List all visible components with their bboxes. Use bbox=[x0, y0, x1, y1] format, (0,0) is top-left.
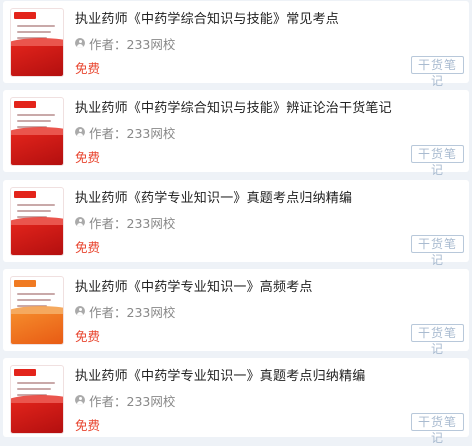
person-icon bbox=[75, 217, 85, 227]
book-cover-image[interactable] bbox=[11, 366, 63, 433]
author-label: 作者： bbox=[89, 36, 127, 52]
item-title[interactable]: 执业药师《中药学综合知识与技能》辨证论治干货笔记 bbox=[75, 97, 392, 116]
category-badge: 干货笔记 bbox=[411, 324, 464, 356]
list-item[interactable]: 执业药师《中药学专业知识一》高频考点 作者： 233网校 免费 干货笔记 bbox=[3, 269, 469, 356]
list-item[interactable]: 执业药师《中药学专业知识一》真题考点归纳精编 作者： 233网校 免费 干货笔记 bbox=[3, 358, 469, 445]
category-badge: 干货笔记 bbox=[411, 413, 464, 445]
price-label: 免费 bbox=[75, 61, 101, 76]
author-label: 作者： bbox=[89, 304, 127, 320]
item-author: 作者： 233网校 bbox=[75, 213, 175, 231]
category-badge: 干货笔记 bbox=[411, 56, 464, 88]
item-title[interactable]: 执业药师《药学专业知识一》真题考点归纳精编 bbox=[75, 187, 352, 206]
item-author: 作者： 233网校 bbox=[75, 391, 175, 409]
item-title[interactable]: 执业药师《中药学专业知识一》真题考点归纳精编 bbox=[75, 365, 365, 384]
person-icon bbox=[75, 127, 85, 137]
book-cover-image[interactable] bbox=[11, 98, 63, 165]
item-title[interactable]: 执业药师《中药学专业知识一》高频考点 bbox=[75, 276, 313, 295]
price-label: 免费 bbox=[75, 150, 101, 165]
book-cover-image[interactable] bbox=[11, 188, 63, 255]
item-author: 作者： 233网校 bbox=[75, 34, 175, 52]
book-cover-image[interactable] bbox=[11, 277, 63, 344]
author-label: 作者： bbox=[89, 125, 127, 141]
list-item[interactable]: 执业药师《中药学综合知识与技能》常见考点 作者： 233网校 免费 干货笔记 bbox=[3, 1, 469, 88]
price-label: 免费 bbox=[75, 240, 101, 255]
author-name: 233网校 bbox=[126, 304, 176, 320]
document-list: 执业药师《中药学综合知识与技能》常见考点 作者： 233网校 免费 干货笔记 执… bbox=[0, 0, 472, 445]
list-item[interactable]: 执业药师《药学专业知识一》真题考点归纳精编 作者： 233网校 免费 干货笔记 bbox=[3, 180, 469, 267]
list-item[interactable]: 执业药师《中药学综合知识与技能》辨证论治干货笔记 作者： 233网校 免费 干货… bbox=[3, 90, 469, 177]
item-author: 作者： 233网校 bbox=[75, 123, 175, 141]
person-icon bbox=[75, 395, 85, 405]
item-author: 作者： 233网校 bbox=[75, 302, 175, 320]
author-name: 233网校 bbox=[126, 125, 176, 141]
price-label: 免费 bbox=[75, 329, 101, 344]
book-cover-image[interactable] bbox=[11, 9, 63, 76]
category-badge: 干货笔记 bbox=[411, 235, 464, 267]
item-title[interactable]: 执业药师《中药学综合知识与技能》常见考点 bbox=[75, 8, 339, 27]
category-badge: 干货笔记 bbox=[411, 145, 464, 177]
person-icon bbox=[75, 38, 85, 48]
person-icon bbox=[75, 306, 85, 316]
author-label: 作者： bbox=[89, 215, 127, 231]
author-name: 233网校 bbox=[126, 215, 176, 231]
price-label: 免费 bbox=[75, 418, 101, 433]
author-name: 233网校 bbox=[126, 393, 176, 409]
author-name: 233网校 bbox=[126, 36, 176, 52]
author-label: 作者： bbox=[89, 393, 127, 409]
